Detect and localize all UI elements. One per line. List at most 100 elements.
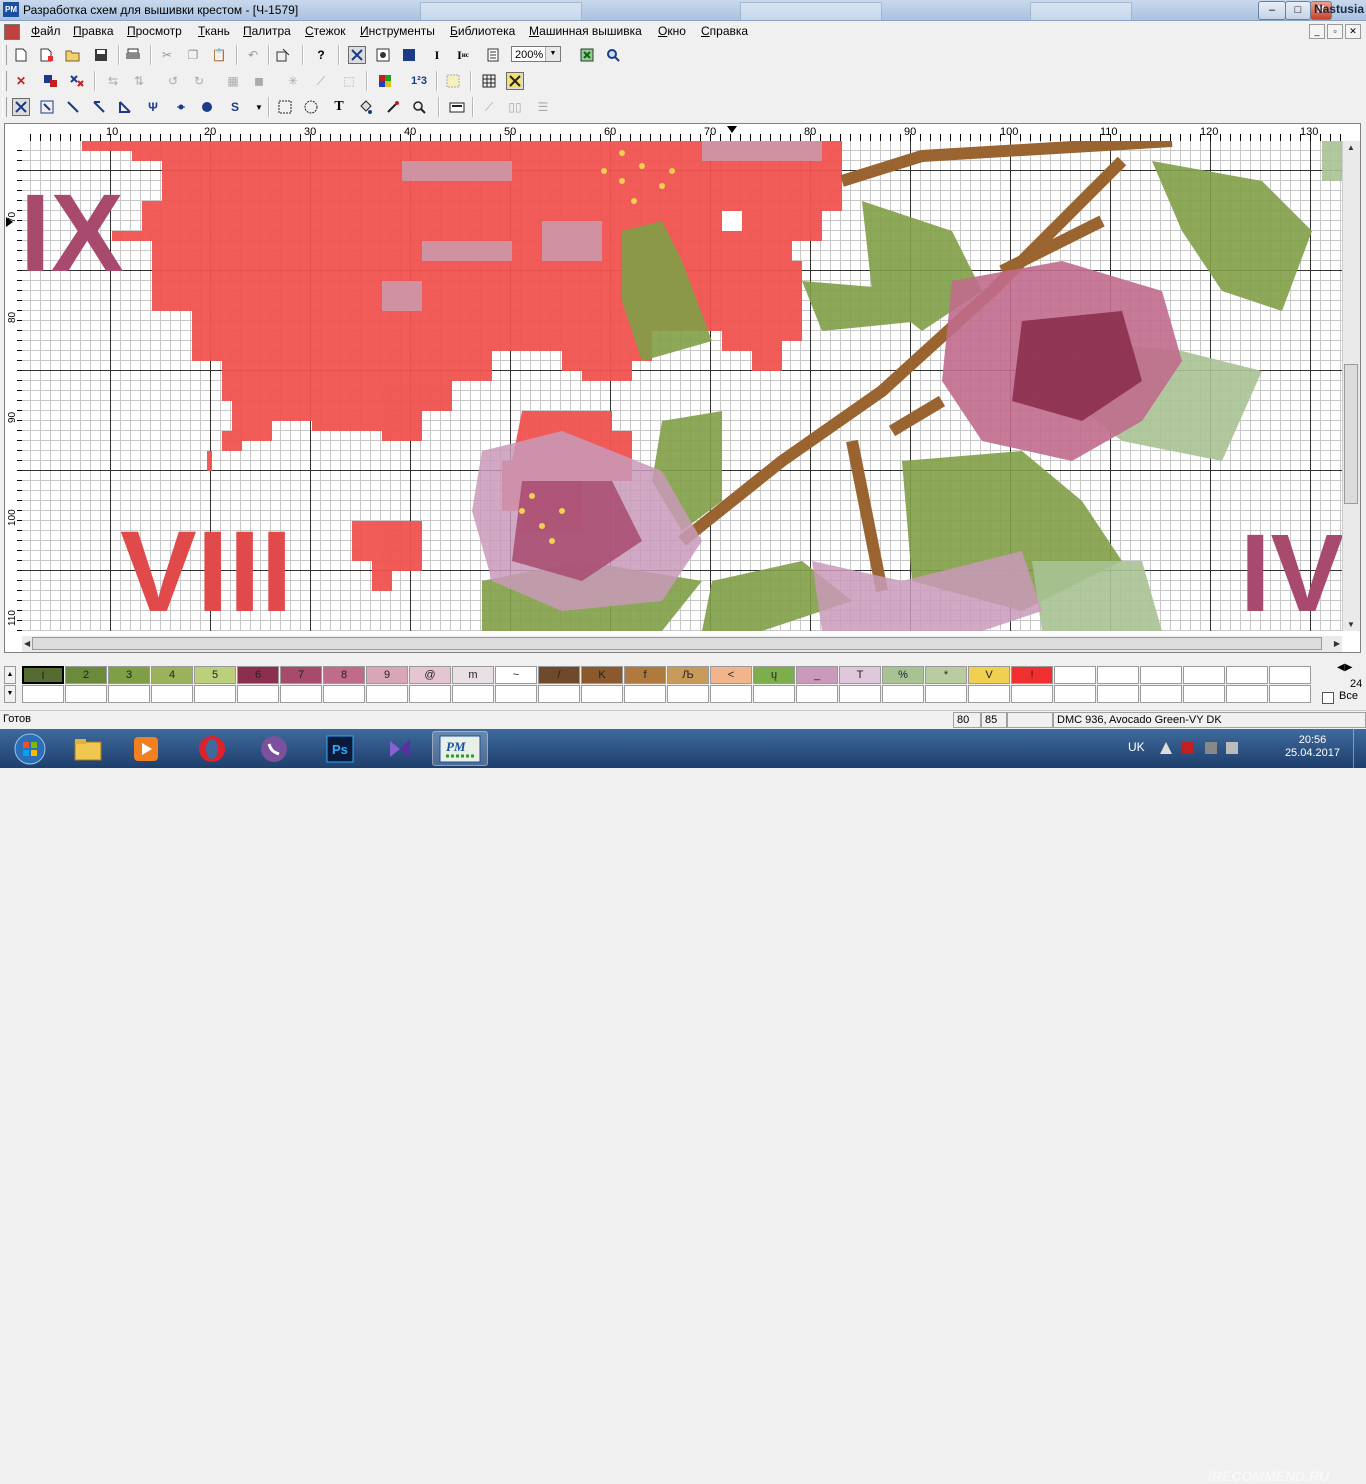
palette-swatch[interactable]: 4 (151, 666, 193, 684)
menu-help[interactable]: Справка (701, 24, 748, 38)
numbering-icon[interactable]: 1²3 (410, 72, 428, 90)
palette-swatch-empty[interactable] (882, 685, 924, 703)
paste-icon[interactable]: 📋 (210, 46, 228, 64)
visual-studio-icon[interactable] (372, 731, 428, 766)
palette-swatch[interactable]: / (538, 666, 580, 684)
palette-swatch-empty[interactable] (796, 685, 838, 703)
scroll-up-icon[interactable]: ▲ (1347, 143, 1355, 152)
menu-edit[interactable]: Правка (73, 24, 114, 38)
palette-swatch-empty[interactable] (366, 685, 408, 703)
palette-swatch[interactable]: V (968, 666, 1010, 684)
scroll-left-icon[interactable]: ◀ (24, 639, 30, 648)
rotate-right-icon[interactable]: ↻ (190, 72, 208, 90)
start-orb-icon[interactable] (2, 731, 58, 766)
palette-swatch-empty[interactable] (538, 685, 580, 703)
ellipse-select-icon[interactable] (302, 98, 320, 116)
chevron-down-icon[interactable]: ▼ (250, 98, 268, 116)
palette-swatch[interactable] (1183, 666, 1225, 684)
palette-swatch[interactable]: I (22, 666, 64, 684)
pattern-maker-icon[interactable]: PM (432, 731, 488, 766)
beads-icon[interactable] (444, 72, 462, 90)
palette-swatch-empty[interactable] (710, 685, 752, 703)
bead-tool-icon[interactable] (198, 98, 216, 116)
mdi-minimize-button[interactable]: _ (1309, 24, 1325, 39)
text-format-icon[interactable]: Iнс (454, 46, 472, 64)
delete-icon[interactable]: ✕ (12, 72, 30, 90)
palette-swatch[interactable]: 9 (366, 666, 408, 684)
menu-file[interactable]: Файл (31, 24, 61, 38)
save-icon[interactable] (92, 46, 110, 64)
three-quarter-stitch-tool-icon[interactable] (116, 98, 134, 116)
menu-library[interactable]: Библиотека (450, 24, 515, 38)
palette-swatch[interactable]: ! (1011, 666, 1053, 684)
viber-icon[interactable] (246, 731, 302, 766)
new-from-template-icon[interactable] (38, 46, 56, 64)
palette-swatch[interactable] (1097, 666, 1139, 684)
palette-scroll-up-icon[interactable]: ▲ (4, 666, 16, 684)
fit-page-icon[interactable] (578, 46, 596, 64)
palette-swatch[interactable]: * (925, 666, 967, 684)
mdi-restore-button[interactable]: ▫ (1327, 24, 1343, 39)
minimize-button[interactable]: – (1258, 1, 1286, 20)
help-icon[interactable]: ? (312, 46, 330, 64)
open-folder-icon[interactable] (64, 46, 82, 64)
palette-swatch[interactable]: Љ (667, 666, 709, 684)
petite-stitch-tool-icon[interactable]: Ψ (144, 98, 162, 116)
menu-stitch[interactable]: Стежок (305, 24, 346, 38)
mdi-close-button[interactable]: ✕ (1345, 24, 1361, 39)
symbol-view-icon[interactable] (374, 46, 392, 64)
palette-swatch-empty[interactable] (452, 685, 494, 703)
palette-swatch[interactable]: 5 (194, 666, 236, 684)
palette-swatch[interactable]: ~ (495, 666, 537, 684)
menu-view[interactable]: Просмотр (127, 24, 182, 38)
palette-swatch-empty[interactable] (667, 685, 709, 703)
flip-vertical-icon[interactable]: ⇅ (130, 72, 148, 90)
palette-swatch-empty[interactable] (409, 685, 451, 703)
menu-palette[interactable]: Палитра (243, 24, 291, 38)
copy-icon[interactable]: ❐ (184, 46, 202, 64)
palette-swatch-empty[interactable] (1097, 685, 1139, 703)
cross-stitch-tool-icon[interactable] (12, 98, 30, 116)
palette-swatch[interactable]: 6 (237, 666, 279, 684)
clock[interactable]: 20:56 25.04.2017 (1285, 734, 1340, 760)
full-cross-icon[interactable] (506, 72, 524, 90)
palette-swatch[interactable]: K (581, 666, 623, 684)
opera-icon[interactable] (184, 731, 240, 766)
scroll-down-icon[interactable]: ▼ (1347, 620, 1355, 629)
photoshop-icon[interactable]: Ps (312, 731, 368, 766)
palette-swatch[interactable]: 7 (280, 666, 322, 684)
fill-region-icon[interactable]: ◼ (250, 72, 268, 90)
palette-swatch-empty[interactable] (237, 685, 279, 703)
zoom-tool-icon[interactable] (604, 46, 622, 64)
palette-swatch-empty[interactable] (280, 685, 322, 703)
palette-swatch[interactable]: f (624, 666, 666, 684)
swap-color-icon[interactable] (68, 72, 86, 90)
cut-icon[interactable]: ✂ (158, 46, 176, 64)
dashed-box-icon[interactable]: ⬚ (340, 72, 358, 90)
palette-swatch-empty[interactable] (1226, 685, 1268, 703)
chevron-down-icon[interactable]: ▼ (545, 47, 560, 61)
palette-swatch[interactable]: _ (796, 666, 838, 684)
undo-icon[interactable]: ↶ (244, 46, 262, 64)
stitch-grid[interactable]: IX VIII IV (22, 141, 1342, 631)
grid-icon[interactable] (480, 72, 498, 90)
needle-icon[interactable]: ⟋ (480, 98, 498, 116)
palette-swatch[interactable] (1140, 666, 1182, 684)
new-file-icon[interactable] (12, 46, 30, 64)
palette-swatch-empty[interactable] (968, 685, 1010, 703)
palette-swatch-empty[interactable] (194, 685, 236, 703)
palette-swatch[interactable]: 3 (108, 666, 150, 684)
scroll-right-icon[interactable]: ▶ (1334, 639, 1340, 648)
network-warning-icon[interactable] (1182, 742, 1194, 754)
split-view-icon[interactable]: ▯▯ (506, 98, 524, 116)
select-region-icon[interactable]: ▦ (224, 72, 242, 90)
palette-swatch[interactable]: < (710, 666, 752, 684)
palette-swatch-empty[interactable] (581, 685, 623, 703)
palette-swatch-empty[interactable] (108, 685, 150, 703)
backstitch-tool-icon[interactable]: S (226, 98, 244, 116)
palette-nav-arrows[interactable]: ◀▶ (1337, 662, 1352, 673)
palette-swatch[interactable]: m (452, 666, 494, 684)
palette-swatch[interactable] (1269, 666, 1311, 684)
palette-swatch-empty[interactable] (22, 685, 64, 703)
notes-icon[interactable] (484, 46, 502, 64)
